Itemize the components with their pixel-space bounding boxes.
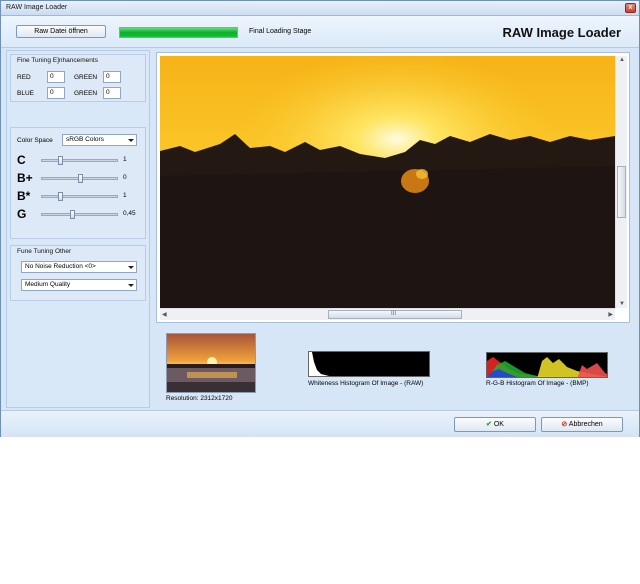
- slider-thumb[interactable]: [77, 174, 83, 183]
- cancel-icon: ⊘: [561, 421, 568, 428]
- cancel-button[interactable]: ⊘ Abbrechen: [541, 417, 623, 432]
- chevron-down-icon: [128, 284, 134, 287]
- chevron-down-icon: [128, 266, 134, 269]
- other-tuning-group: Fune Tuning Other No Noise Reduction <0>…: [10, 245, 146, 301]
- slider-thumb[interactable]: [69, 210, 75, 219]
- close-button[interactable]: x: [625, 3, 636, 13]
- scroll-up-icon[interactable]: ▲: [619, 57, 625, 63]
- green-label: GREEN: [74, 74, 98, 81]
- rgb-histogram-caption: R-G-B Histogram Of Image - (BMP): [486, 380, 589, 387]
- cancel-label: Abbrechen: [568, 421, 603, 428]
- open-raw-file-label: Raw Datei öffnen: [34, 28, 88, 35]
- slider-bplus-letter: B+: [17, 171, 33, 185]
- loading-progress-bar: [119, 27, 238, 38]
- blue-label: BLUE: [17, 90, 34, 97]
- red-input[interactable]: 0: [47, 71, 65, 83]
- raw-image-loader-window: RAW Image Loader x Raw Datei öffnen Fina…: [0, 0, 640, 437]
- color-space-value: sRGB Colors: [66, 136, 104, 143]
- open-raw-file-button[interactable]: Raw Datei öffnen: [16, 25, 106, 38]
- scroll-right-icon[interactable]: ▶: [608, 311, 613, 318]
- title-bar: RAW Image Loader x: [1, 1, 639, 16]
- slider-bstar-value: 1: [123, 192, 127, 199]
- fine-tuning-title: Fine Tuning E]nhancements: [17, 57, 98, 64]
- loading-stage-text: Final Loading Stage: [249, 28, 312, 35]
- grip-icon: III: [391, 311, 397, 317]
- scroll-left-icon[interactable]: ◀: [162, 311, 167, 318]
- slider-thumb[interactable]: [58, 156, 64, 165]
- noise-reduction-value: No Noise Reduction <0>: [25, 263, 96, 270]
- slider-c-value: 1: [123, 156, 127, 163]
- noise-reduction-select[interactable]: No Noise Reduction <0>: [21, 261, 137, 273]
- horizontal-scroll-thumb[interactable]: III: [328, 310, 462, 319]
- checkmark-icon: ✔: [486, 421, 492, 428]
- window-title: RAW Image Loader: [6, 4, 68, 11]
- slider-g-value: 0,45: [123, 210, 136, 217]
- slider-g-letter: G: [17, 207, 27, 221]
- slider-track: [41, 195, 118, 198]
- slider-c-letter: C: [17, 153, 26, 167]
- green-input[interactable]: 0: [103, 71, 121, 83]
- thumbnail-preview: [166, 333, 256, 393]
- whiteness-histogram-graphic: [309, 352, 329, 376]
- slider-bplus[interactable]: [41, 174, 118, 183]
- whiteness-histogram: [308, 351, 430, 377]
- fine-tuning-group: Fine Tuning E]nhancements RED 0 GREEN 0 …: [10, 54, 146, 102]
- blue-input[interactable]: 0: [47, 87, 65, 99]
- dialog-button-bar: ✔ OK ⊘ Abbrechen: [1, 410, 639, 437]
- scroll-down-icon[interactable]: ▼: [619, 301, 625, 307]
- slider-c[interactable]: [41, 156, 118, 165]
- green2-label: GREEN: [74, 90, 98, 97]
- slider-track: [41, 213, 118, 216]
- color-space-label: Color Space: [17, 137, 53, 144]
- red-label: RED: [17, 74, 31, 81]
- color-space-select[interactable]: sRGB Colors: [62, 134, 137, 146]
- green2-input[interactable]: 0: [103, 87, 121, 99]
- ok-label: OK: [493, 421, 504, 428]
- progress-fill: [120, 28, 237, 37]
- sunset-image: [160, 56, 615, 308]
- quality-value: Medium Quality: [25, 281, 71, 288]
- thumbnail-graphic: [167, 334, 255, 392]
- sunset-photo-graphic: [160, 56, 615, 308]
- settings-panel: Fine Tuning E]nhancements RED 0 GREEN 0 …: [6, 50, 150, 408]
- rgb-histogram: [486, 352, 608, 378]
- rgb-histogram-graphic: [487, 357, 607, 377]
- color-space-group: Color Space sRGB Colors C 1 B+ 0 B* 1 G …: [10, 127, 146, 239]
- slider-bstar-letter: B*: [17, 189, 31, 203]
- slider-bplus-value: 0: [123, 174, 127, 181]
- top-toolbar: Raw Datei öffnen Final Loading Stage RAW…: [1, 16, 639, 48]
- slider-thumb[interactable]: [58, 192, 64, 201]
- whiteness-histogram-caption: Whiteness Histogram Of Image - (RAW): [308, 380, 424, 387]
- vertical-scrollbar[interactable]: ▲ ▼: [615, 56, 627, 308]
- chevron-down-icon: [128, 139, 134, 142]
- preview-area: Resolution: 2312x1720 Whiteness Histogra…: [156, 327, 630, 407]
- slider-g[interactable]: [41, 210, 118, 219]
- ok-button[interactable]: ✔ OK: [454, 417, 536, 432]
- slider-track: [41, 159, 118, 162]
- app-title: RAW Image Loader: [502, 25, 621, 40]
- vertical-scroll-thumb[interactable]: [617, 166, 626, 218]
- other-tuning-title: Fune Tuning Other: [17, 248, 72, 255]
- resolution-text: Resolution: 2312x1720: [166, 395, 233, 402]
- horizontal-scrollbar[interactable]: ◀ III ▶: [160, 308, 615, 320]
- image-viewer: ▲ ▼ ◀ III ▶: [156, 52, 630, 323]
- slider-bstar[interactable]: [41, 192, 118, 201]
- quality-select[interactable]: Medium Quality: [21, 279, 137, 291]
